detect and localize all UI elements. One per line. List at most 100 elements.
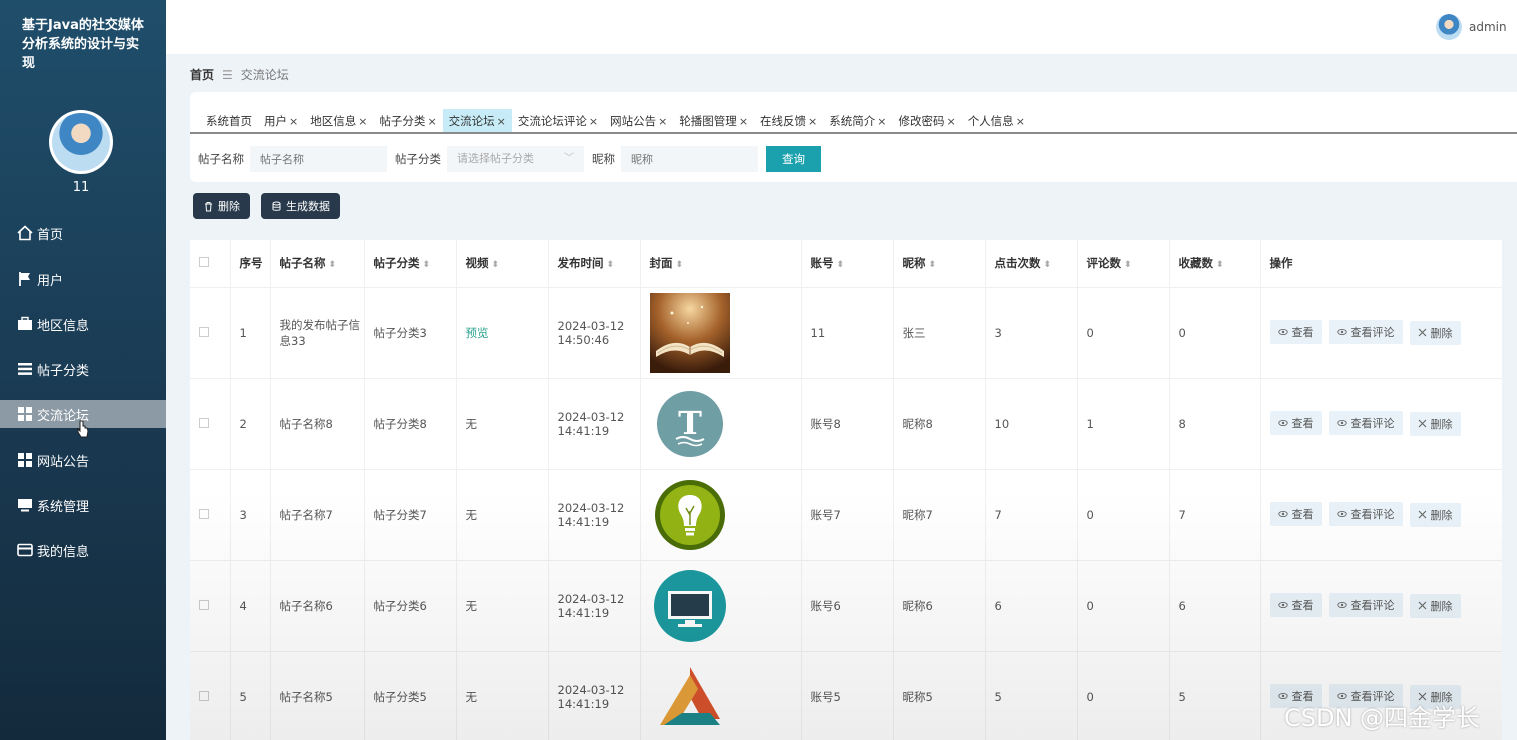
view-button[interactable]: 查看 <box>1269 411 1322 436</box>
close-icon[interactable]: × <box>289 115 298 128</box>
view-button[interactable]: 查看 <box>1269 320 1322 345</box>
sort-icon[interactable]: ⬍ <box>1124 260 1132 270</box>
video-value[interactable]: 预览 <box>466 326 489 340</box>
row-cover[interactable] <box>640 651 802 740</box>
tab-notice[interactable]: 网站公告 × <box>604 109 673 133</box>
sidebar-item-home[interactable]: 首页 <box>0 219 166 247</box>
tab-feedback[interactable]: 在线反馈 × <box>754 109 823 133</box>
column-header[interactable]: 点击次数 ⬍ <box>985 240 1078 288</box>
row-select-cell[interactable] <box>190 469 231 561</box>
close-icon[interactable]: × <box>497 115 506 128</box>
delete-button[interactable]: 删除 <box>193 193 250 219</box>
delete-row-button[interactable]: 删除 <box>1409 593 1461 618</box>
row-cover[interactable] <box>640 287 802 379</box>
tab-personal-info[interactable]: 个人信息 × <box>962 109 1031 133</box>
view-comments-button[interactable]: 查看评论 <box>1328 411 1403 436</box>
select-all-checkbox[interactable] <box>199 257 209 268</box>
close-icon[interactable]: × <box>739 115 748 128</box>
sort-icon[interactable]: ⬍ <box>1216 260 1224 270</box>
view-comments-button[interactable]: 查看评论 <box>1328 502 1403 527</box>
close-icon[interactable]: × <box>658 115 667 128</box>
table-row[interactable]: 1 我的发布帖子信息33 帖子分类3 预览 2024-03-12 14:50:4… <box>190 287 1502 379</box>
cover-image-lightbulb[interactable] <box>650 475 730 555</box>
row-cover[interactable] <box>640 560 802 652</box>
column-header[interactable]: 发布时间 ⬍ <box>548 240 641 288</box>
close-icon[interactable]: × <box>358 115 367 128</box>
table-row[interactable]: 2 帖子名称8 帖子分类8 无 2024-03-12 14:41:19 T 账号… <box>190 378 1502 470</box>
close-icon[interactable]: × <box>877 115 886 128</box>
sort-icon[interactable]: ⬍ <box>837 260 845 270</box>
cover-image-book[interactable] <box>649 292 730 373</box>
sidebar-item-notice[interactable]: 网站公告 <box>0 446 166 474</box>
delete-row-button[interactable]: 删除 <box>1409 411 1461 436</box>
row-checkbox[interactable] <box>199 326 209 337</box>
sidebar-item-users[interactable]: 用户 <box>0 265 166 293</box>
table-row[interactable]: 4 帖子名称6 帖子分类6 无 2024-03-12 14:41:19 账号6 … <box>190 560 1502 652</box>
sidebar-item-region[interactable]: 地区信息 <box>0 310 166 338</box>
column-header[interactable]: 帖子分类 ⬍ <box>364 240 457 288</box>
row-select-cell[interactable] <box>190 378 231 470</box>
tab-system-intro[interactable]: 系统简介 × <box>823 109 892 133</box>
sidebar-item-system[interactable]: 系统管理 <box>0 491 166 519</box>
row-post-category: 帖子分类6 <box>364 560 457 652</box>
close-icon[interactable]: × <box>1016 115 1025 128</box>
sort-icon[interactable]: ⬍ <box>423 260 431 270</box>
table-row[interactable]: 3 帖子名称7 帖子分类7 无 2024-03-12 14:41:19 账号7 … <box>190 469 1502 561</box>
tab-post-category[interactable]: 帖子分类 × <box>373 109 442 133</box>
column-header[interactable]: 封面 ⬍ <box>640 240 802 288</box>
select-all-cell[interactable] <box>190 240 231 288</box>
cover-image-monitor[interactable] <box>650 566 730 646</box>
tab-system-home[interactable]: 系统首页 <box>200 109 258 133</box>
row-select-cell[interactable] <box>190 560 231 652</box>
sort-icon[interactable]: ⬍ <box>1044 260 1052 270</box>
tab-region[interactable]: 地区信息 × <box>304 109 373 133</box>
sort-icon[interactable]: ⬍ <box>929 260 937 270</box>
generate-data-button[interactable]: 生成数据 <box>261 193 340 219</box>
column-header[interactable]: 昵称 ⬍ <box>893 240 986 288</box>
view-comments-button[interactable]: 查看评论 <box>1328 593 1403 618</box>
row-checkbox[interactable] <box>199 599 209 610</box>
column-header[interactable]: 账号 ⬍ <box>801 240 894 288</box>
sort-icon[interactable]: ⬍ <box>492 260 500 270</box>
tab-change-password[interactable]: 修改密码 × <box>892 109 961 133</box>
tab-users[interactable]: 用户 × <box>258 109 304 133</box>
view-button[interactable]: 查看 <box>1269 593 1322 618</box>
column-header[interactable]: 评论数 ⬍ <box>1077 240 1170 288</box>
delete-row-button[interactable]: 删除 <box>1409 320 1461 345</box>
row-checkbox[interactable] <box>199 417 209 428</box>
view-button[interactable]: 查看 <box>1269 502 1322 527</box>
breadcrumb-home[interactable]: 首页 <box>190 66 214 83</box>
column-header[interactable]: 帖子名称 ⬍ <box>270 240 365 288</box>
avatar[interactable] <box>49 110 113 174</box>
sort-icon[interactable]: ⬍ <box>676 260 684 270</box>
row-checkbox[interactable] <box>199 690 209 701</box>
close-icon[interactable]: × <box>427 115 436 128</box>
sidebar-item-my-info[interactable]: 我的信息 <box>0 536 166 564</box>
row-cover[interactable]: T <box>640 378 802 470</box>
tab-carousel[interactable]: 轮播图管理 × <box>673 109 754 133</box>
close-icon[interactable]: × <box>808 115 817 128</box>
row-select-cell[interactable] <box>190 651 231 740</box>
sidebar-item-post-category[interactable]: 帖子分类 <box>0 355 166 383</box>
query-button[interactable]: 查询 <box>766 146 821 172</box>
tab-forum[interactable]: 交流论坛 × <box>442 109 512 133</box>
post-name-input[interactable] <box>250 146 387 172</box>
view-comments-button[interactable]: 查看评论 <box>1328 320 1403 345</box>
row-checkbox[interactable] <box>199 508 209 519</box>
post-category-select[interactable]: 请选择帖子分类 ﹀ <box>447 146 584 172</box>
cover-image-triangle[interactable] <box>649 656 730 737</box>
row-cover[interactable] <box>640 469 802 561</box>
delete-row-button[interactable]: 删除 <box>1409 502 1461 527</box>
close-icon[interactable]: × <box>589 115 598 128</box>
column-header[interactable]: 收藏数 ⬍ <box>1169 240 1261 288</box>
column-header[interactable]: 视频 ⬍ <box>456 240 549 288</box>
admin-username[interactable]: admin <box>1469 20 1507 34</box>
tab-forum-comment[interactable]: 交流论坛评论 × <box>512 109 604 133</box>
row-select-cell[interactable] <box>190 287 231 379</box>
nickname-input[interactable] <box>621 146 758 172</box>
cover-image-letter-t[interactable]: T <box>650 384 730 464</box>
close-icon[interactable]: × <box>946 115 955 128</box>
top-avatar[interactable] <box>1436 14 1462 40</box>
sort-icon[interactable]: ⬍ <box>329 260 337 270</box>
sort-icon[interactable]: ⬍ <box>607 260 615 270</box>
